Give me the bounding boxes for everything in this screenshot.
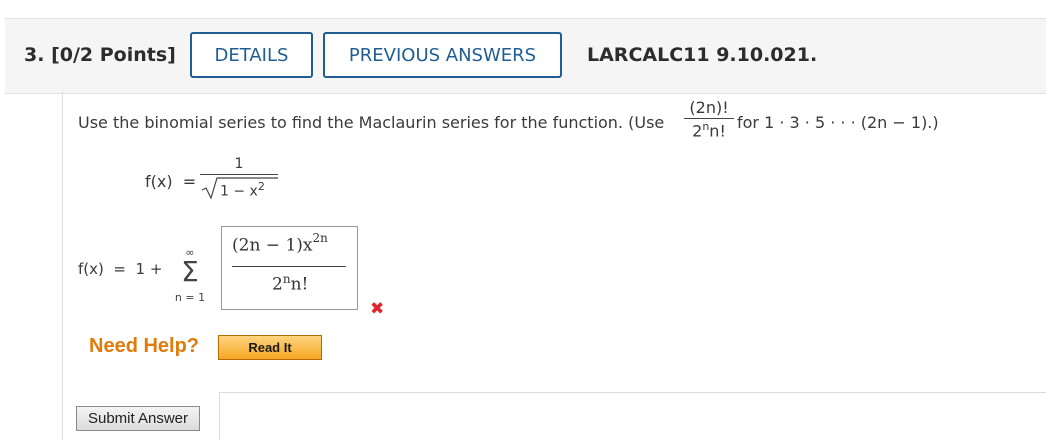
read-it-button[interactable]: Read It [218, 335, 322, 360]
answer-numerator: (2n − 1)x2n [232, 231, 328, 256]
previous-answers-button[interactable]: PREVIOUS ANSWERS [323, 32, 562, 78]
red-x-icon: ✖ [370, 299, 385, 319]
function-lhs: f(x) = [145, 172, 197, 191]
hint-fraction: (2n)! 2nn! [684, 98, 734, 141]
question-points: [0/2 Points] [51, 44, 176, 66]
function-fraction-bar [200, 174, 278, 176]
function-denominator: 1 − x2 [200, 176, 278, 200]
question-title: 3. [0/2 Points] [24, 44, 176, 66]
details-button[interactable]: DETAILS [190, 32, 313, 78]
sum-lower-limit: n = 1 [174, 291, 206, 304]
function-fraction: 1 1 − x2 [200, 156, 278, 200]
need-help-label: Need Help? [89, 335, 200, 357]
answer-input[interactable]: (2n − 1)x2n 2nn! [221, 226, 358, 310]
answer-fraction-bar [232, 266, 346, 268]
hint-fraction-bar [684, 118, 734, 120]
prompt-text-after: for 1 · 3 · 5 · · · (2n − 1).) [737, 113, 939, 132]
radicand: 1 − x2 [220, 180, 265, 200]
submit-answer-button[interactable]: Submit Answer [76, 406, 200, 431]
hint-numerator: (2n)! [689, 98, 729, 117]
question-reference: LARCALC11 9.10.021. [587, 44, 818, 66]
function-numerator: 1 [234, 156, 244, 172]
summation: ∞ Σ n = 1 [170, 246, 210, 304]
answer-denominator: 2nn! [272, 272, 309, 295]
series-lhs: f(x) = 1 + [78, 260, 163, 278]
response-panel [219, 392, 1046, 440]
question-number: 3. [24, 44, 45, 66]
sigma-icon: Σ [181, 255, 199, 288]
prompt-text: Use the binomial series to find the Macl… [78, 113, 665, 132]
hint-denominator: 2nn! [692, 120, 726, 141]
